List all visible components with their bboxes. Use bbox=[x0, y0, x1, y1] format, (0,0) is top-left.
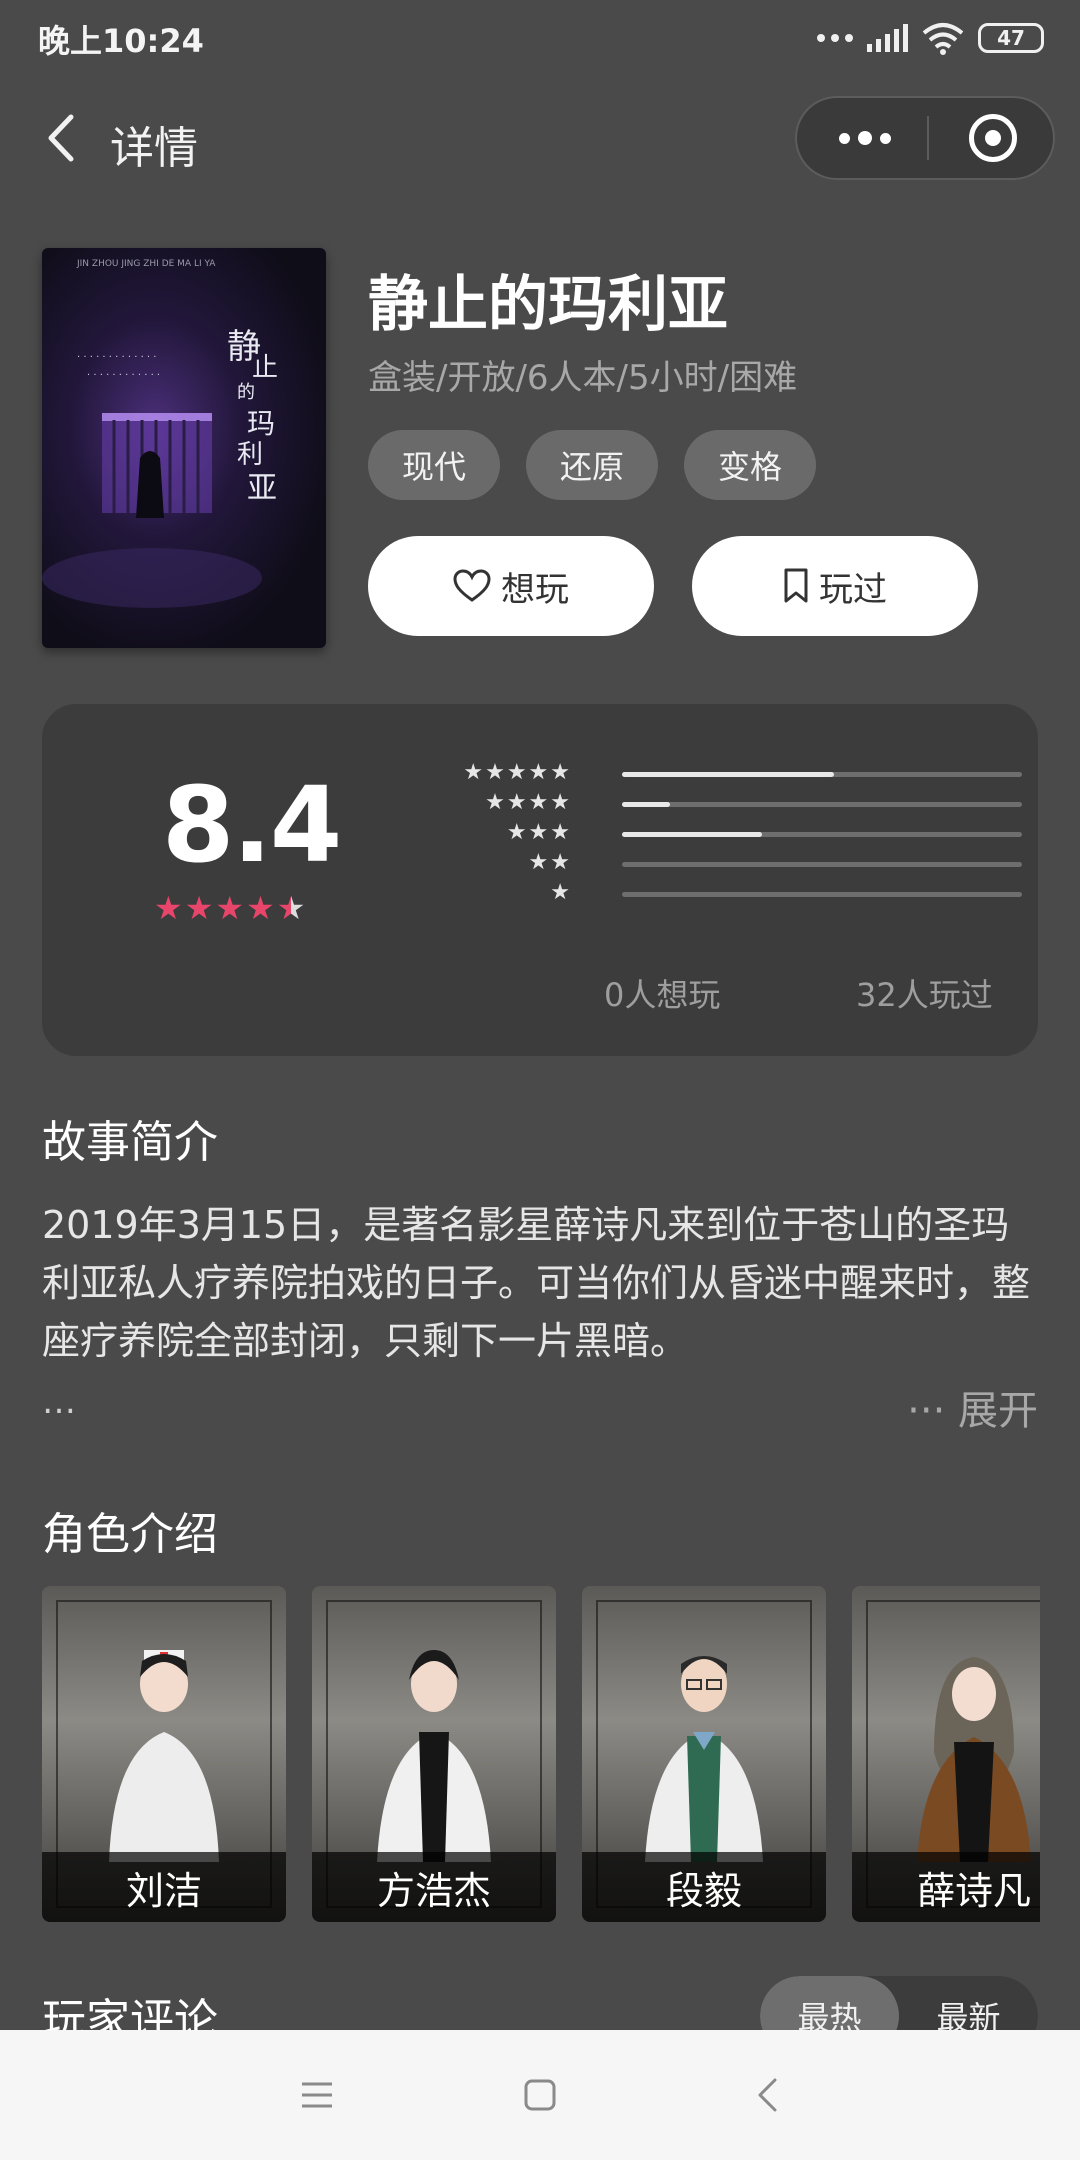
star-icon: ★ bbox=[154, 889, 183, 927]
game-cover-image: 静 止 的 玛 利 亚 JIN ZHOU JING ZHI DE MA LI Y… bbox=[42, 248, 326, 648]
svg-text:玛: 玛 bbox=[247, 407, 275, 440]
role-name: 方浩杰 bbox=[312, 1852, 556, 1922]
svg-text:利: 利 bbox=[237, 440, 263, 470]
distribution-bar bbox=[622, 832, 1022, 837]
rating-card: 8.4 ★ ★ ★ ★ ★ ★★★★★ ★★★★ ★★★ ★★ ★ 0人想玩 3… bbox=[42, 704, 1038, 1056]
mini-program-capsule bbox=[795, 96, 1055, 180]
tag-list: 现代 还原 变格 bbox=[368, 430, 817, 500]
svg-text:JIN ZHOU JING ZHI DE MA LI YA: JIN ZHOU JING ZHI DE MA LI YA bbox=[76, 259, 216, 269]
capsule-divider bbox=[927, 116, 929, 160]
role-portrait bbox=[109, 1650, 219, 1862]
nav-bar: 详情 bbox=[0, 96, 1080, 186]
distribution-fill bbox=[622, 772, 834, 777]
signal-icon bbox=[867, 24, 908, 52]
tag-item[interactable]: 还原 bbox=[526, 430, 659, 500]
system-nav-bar bbox=[0, 2030, 1080, 2160]
role-portrait bbox=[917, 1657, 1031, 1862]
svg-text:· · · · · · · · · · · · ·: · · · · · · · · · · · · · bbox=[77, 352, 156, 363]
distribution-row-5: ★★★★★ bbox=[412, 760, 1024, 790]
game-meta: 盒装/开放/6人本/5小时/困难 bbox=[368, 358, 798, 398]
back-button[interactable] bbox=[30, 108, 90, 168]
tag-item[interactable]: 现代 bbox=[368, 430, 501, 500]
target-icon bbox=[985, 130, 1001, 146]
distribution-stars: ★ bbox=[550, 880, 572, 905]
distribution-stars: ★★★ bbox=[506, 820, 572, 845]
game-title: 静止的玛利亚 bbox=[368, 270, 728, 340]
want-label: 想玩 bbox=[501, 569, 569, 610]
role-card[interactable]: 方浩杰 bbox=[312, 1586, 556, 1922]
role-name: 刘洁 bbox=[42, 1852, 286, 1922]
want-count: 0人想玩 bbox=[604, 976, 721, 1014]
distribution-row-3: ★★★ bbox=[412, 820, 1024, 850]
role-list: 刘洁 方浩杰 段毅 薛诗凡 bbox=[42, 1586, 1040, 1922]
distribution-stars: ★★★★ bbox=[485, 790, 572, 815]
capsule-more-button[interactable] bbox=[815, 98, 915, 178]
more-icon bbox=[839, 132, 850, 144]
distribution-row-2: ★★ bbox=[412, 850, 1024, 880]
status-icons: 47 bbox=[817, 20, 1044, 56]
role-name: 薛诗凡 bbox=[852, 1852, 1040, 1922]
story-ellipsis: … bbox=[42, 1382, 76, 1422]
heart-icon bbox=[453, 569, 491, 602]
role-portrait bbox=[377, 1650, 491, 1862]
star-icon: ★ bbox=[246, 889, 275, 927]
expand-button[interactable]: ··· 展开 bbox=[907, 1378, 1038, 1436]
played-button[interactable]: 玩过 bbox=[692, 536, 978, 636]
svg-text:止: 止 bbox=[252, 353, 278, 383]
star-icon: ★ bbox=[215, 889, 245, 927]
roles-section-title: 角色介绍 bbox=[42, 1509, 218, 1560]
menu-icon bbox=[302, 2082, 332, 2108]
rating-stars: ★ ★ ★ ★ ★ bbox=[154, 892, 305, 924]
svg-text:亚: 亚 bbox=[247, 471, 277, 506]
menu-button[interactable] bbox=[282, 2060, 352, 2130]
played-label: 玩过 bbox=[819, 569, 887, 610]
distribution-row-4: ★★★★ bbox=[412, 790, 1024, 820]
distribution-bar bbox=[622, 772, 1022, 777]
distribution-stars: ★★ bbox=[528, 850, 572, 875]
distribution-fill bbox=[622, 802, 670, 807]
distribution-bar bbox=[622, 802, 1022, 807]
played-count: 32人玩过 bbox=[856, 976, 993, 1014]
status-bar: 晚上10:24 47 bbox=[0, 0, 1080, 76]
role-name: 段毅 bbox=[582, 1852, 826, 1922]
distribution-fill bbox=[622, 832, 762, 837]
role-portrait bbox=[645, 1656, 763, 1862]
capsule-close-button[interactable] bbox=[969, 114, 1017, 162]
bookmark-icon bbox=[784, 568, 808, 603]
status-time: 晚上10:24 bbox=[38, 22, 204, 60]
more-dots-icon bbox=[817, 34, 853, 42]
chevron-left-icon bbox=[48, 114, 74, 162]
half-star-icon: ★ bbox=[276, 889, 306, 927]
back-arrow-icon bbox=[758, 2078, 777, 2112]
wifi-icon bbox=[922, 23, 964, 55]
svg-text:· · · · · · · · · · · ·: · · · · · · · · · · · · bbox=[87, 370, 160, 381]
distribution-stars: ★★★★★ bbox=[463, 760, 572, 785]
system-back-button[interactable] bbox=[732, 2060, 802, 2130]
want-button[interactable]: 想玩 bbox=[368, 536, 654, 636]
story-section-title: 故事简介 bbox=[42, 1117, 218, 1168]
star-icon: ★ bbox=[184, 889, 214, 927]
distribution-bar bbox=[622, 892, 1022, 897]
rating-score: 8.4 bbox=[162, 764, 342, 886]
svg-text:的: 的 bbox=[237, 382, 255, 403]
home-button[interactable] bbox=[505, 2060, 575, 2130]
battery-icon: 47 bbox=[978, 23, 1044, 53]
tag-item[interactable]: 变格 bbox=[684, 430, 817, 500]
distribution-row-1: ★ bbox=[412, 880, 1024, 910]
story-text: 2019年3月15日，是著名影星薛诗凡来到位于苍山的圣玛利亚私人疗养院拍戏的日子… bbox=[42, 1203, 1031, 1363]
page-title: 详情 bbox=[110, 123, 198, 174]
action-row: 想玩 玩过 bbox=[368, 536, 978, 636]
distribution-bar bbox=[622, 862, 1022, 867]
role-card[interactable]: 段毅 bbox=[582, 1586, 826, 1922]
home-square-icon bbox=[524, 2079, 556, 2111]
role-card[interactable]: 刘洁 bbox=[42, 1586, 286, 1922]
role-card[interactable]: 薛诗凡 bbox=[852, 1586, 1040, 1922]
